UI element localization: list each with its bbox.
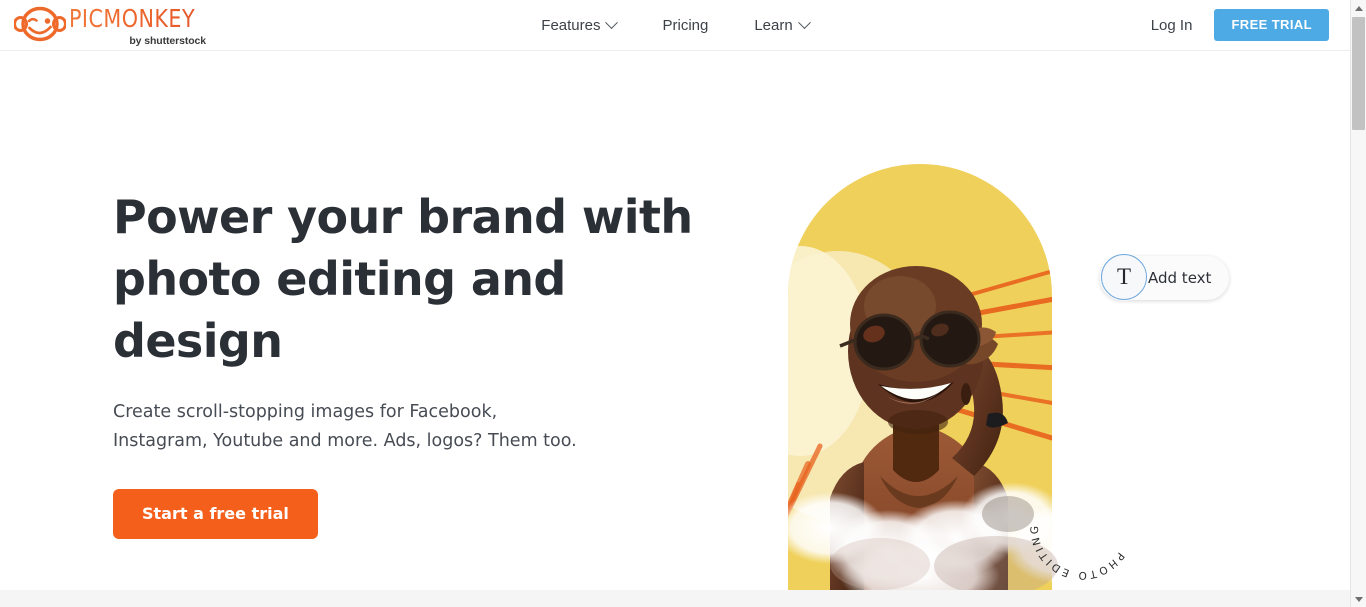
page-title: Power your brand with photo editing and … (113, 186, 713, 372)
site-header: PICMONKEY by shutterstock Features Prici… (0, 0, 1350, 51)
nav-label-pricing: Pricing (662, 16, 709, 34)
logo-tagline: by shutterstock (129, 35, 207, 47)
triangle-down-icon (1354, 596, 1363, 602)
start-free-trial-button[interactable]: Start a free trial (113, 489, 318, 539)
hero-copy: Power your brand with photo editing and … (113, 186, 713, 539)
free-trial-button[interactable]: FREE TRIAL (1214, 9, 1329, 41)
header-actions: Log In FREE TRIAL (1151, 9, 1329, 41)
hero-title-line-2: photo editing and design (113, 252, 566, 368)
nav-item-pricing[interactable]: Pricing (662, 17, 708, 34)
hero-subtitle: Create scroll-stopping images for Facebo… (113, 398, 583, 456)
nav-label-features: Features (541, 16, 601, 34)
nav-item-features[interactable]: Features (541, 15, 619, 34)
hero-subtitle-line-2: Instagram, Youtube and more. Ads, logos?… (113, 431, 577, 451)
log-in-link[interactable]: Log In (1151, 17, 1193, 34)
chevron-down-icon (797, 15, 811, 29)
nav-item-learn[interactable]: Learn (754, 15, 811, 34)
scrollbar-thumb[interactable] (1352, 17, 1365, 130)
hero-subtitle-line-1: Create scroll-stopping images for Facebo… (113, 402, 498, 422)
text-tool-icon[interactable]: T (1101, 254, 1147, 300)
picmonkey-logo[interactable]: PICMONKEY by shutterstock (14, 4, 207, 47)
scroll-up-arrow[interactable] (1351, 0, 1366, 16)
triangle-up-icon (1354, 5, 1363, 11)
hero-artwork-svg: PHOTO EDITING • DE (760, 146, 1124, 591)
next-section-band (0, 590, 1350, 607)
add-text-label: Add text (1148, 269, 1212, 287)
nav-label-learn: Learn (754, 16, 793, 34)
browser-page: PICMONKEY by shutterstock Features Prici… (0, 0, 1366, 607)
logo-wordmark: PICMONKEY (69, 4, 196, 33)
chevron-down-icon (605, 15, 619, 29)
page-viewport: PICMONKEY by shutterstock Features Prici… (0, 0, 1350, 607)
text-tool-glyph: T (1116, 264, 1132, 289)
monkey-face-icon (14, 6, 66, 42)
hero-illustration: PHOTO EDITING • DE (760, 146, 1200, 591)
hero-title-line-1: Power your brand with (113, 190, 693, 244)
hero-section: Power your brand with photo editing and … (0, 51, 1350, 591)
scroll-down-arrow[interactable] (1351, 591, 1366, 607)
vertical-scrollbar[interactable] (1350, 0, 1366, 607)
